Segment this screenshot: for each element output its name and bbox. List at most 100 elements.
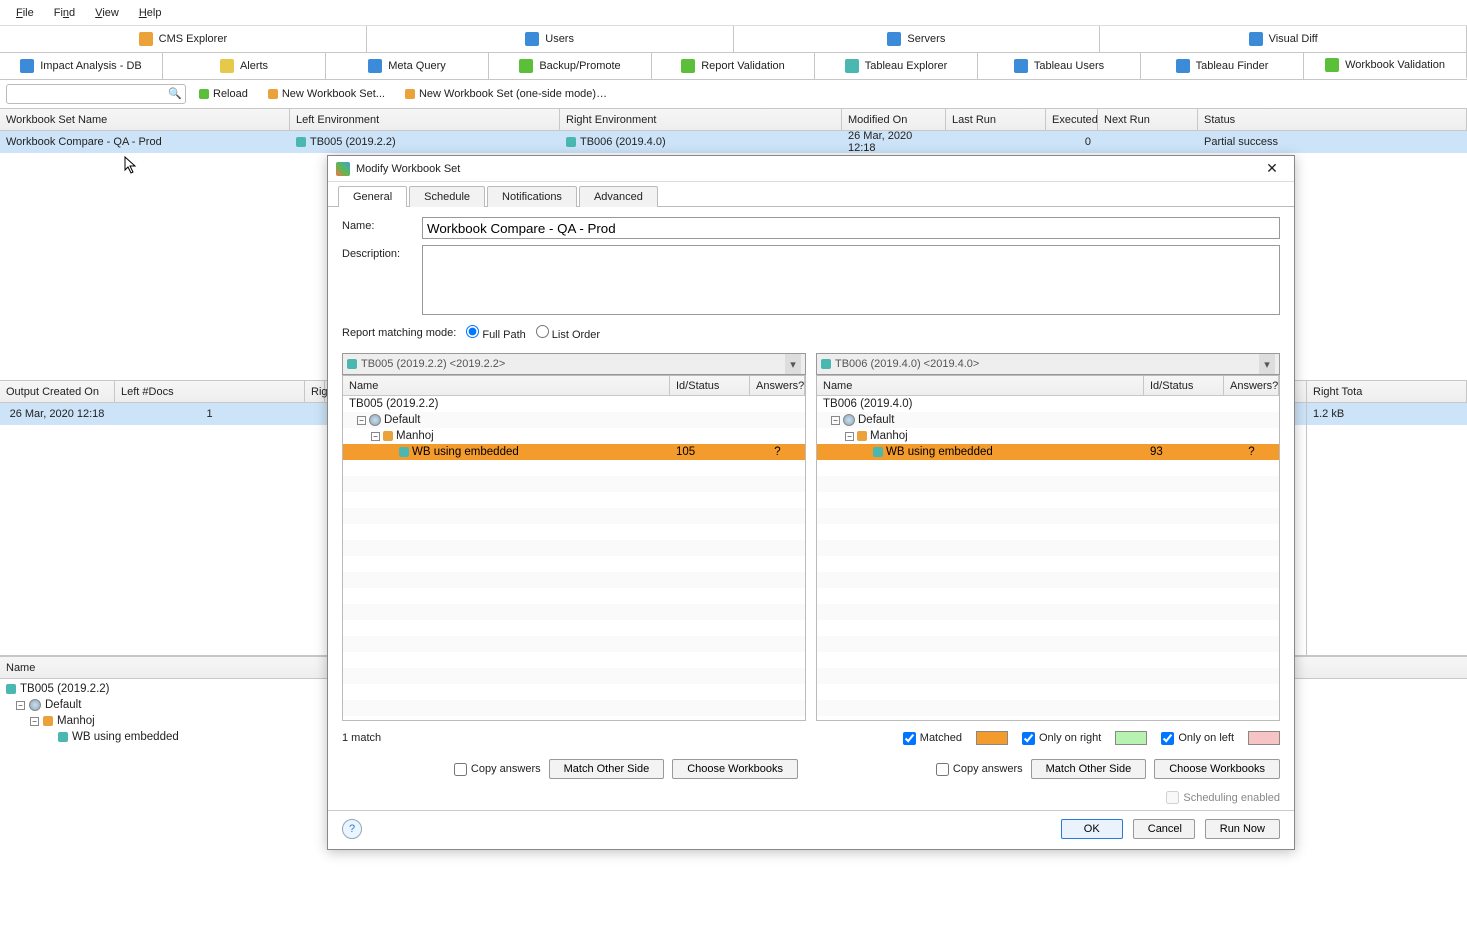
col-idstatus[interactable]: Id/Status	[1144, 376, 1224, 395]
tab-tableau-finder[interactable]: Tableau Finder	[1141, 53, 1304, 79]
toolbar: 🔍 Reload New Workbook Set... New Workboo…	[0, 80, 1467, 109]
tab-backup-promote[interactable]: Backup/Promote	[489, 53, 652, 79]
description-input[interactable]	[422, 245, 1280, 315]
folder-icon	[857, 431, 867, 441]
col-last-run[interactable]: Last Run	[946, 109, 1046, 130]
tree-manhoj[interactable]: −Manhoj	[343, 428, 805, 444]
left-env-combo[interactable]: TB005 (2019.2.2) <2019.2.2>▾	[342, 353, 806, 375]
search-icon: 🔍	[168, 87, 182, 100]
tree-manhoj[interactable]: −Manhoj	[817, 428, 1279, 444]
tab-impact-analysis[interactable]: Impact Analysis - DB	[0, 53, 163, 79]
cell-id: 105	[670, 446, 750, 458]
cancel-button[interactable]: Cancel	[1133, 819, 1195, 839]
col-left-env[interactable]: Left Environment	[290, 109, 560, 130]
col-status[interactable]: Status	[1198, 109, 1467, 130]
choose-workbooks-right[interactable]: Choose Workbooks	[1154, 759, 1280, 779]
legend-only-left[interactable]: Only on left	[1161, 732, 1234, 745]
collapse-icon[interactable]: −	[845, 432, 854, 441]
col-answers[interactable]: Answers?	[750, 376, 805, 395]
grid-row[interactable]: Workbook Compare - QA - Prod TB005 (2019…	[0, 131, 1467, 153]
diff-icon	[1249, 32, 1263, 46]
menu-view[interactable]: View	[85, 3, 129, 23]
col-right-env[interactable]: Right Environment	[560, 109, 842, 130]
tree-root[interactable]: TB006 (2019.4.0)	[817, 396, 1279, 412]
match-mode-label: Report matching mode:	[342, 327, 456, 339]
modify-workbook-set-dialog: Modify Workbook Set ✕ General Schedule N…	[327, 155, 1295, 850]
tab-label: Alerts	[240, 60, 268, 72]
tab-workbook-validation[interactable]: Workbook Validation	[1304, 53, 1467, 79]
collapse-icon[interactable]: −	[30, 717, 39, 726]
col-name[interactable]: Name	[817, 376, 1144, 395]
col-left-docs[interactable]: Left #Docs	[115, 381, 305, 402]
ok-button[interactable]: OK	[1061, 819, 1123, 839]
tree-default[interactable]: −Default	[343, 412, 805, 428]
tab-alerts[interactable]: Alerts	[163, 53, 326, 79]
tab-schedule[interactable]: Schedule	[409, 186, 485, 207]
legend-matched[interactable]: Matched	[903, 732, 962, 745]
menu-find[interactable]: Find	[44, 3, 85, 23]
right-env-combo[interactable]: TB006 (2019.4.0) <2019.4.0>▾	[816, 353, 1280, 375]
tab-report-validation[interactable]: Report Validation	[652, 53, 815, 79]
tab-label: Meta Query	[388, 60, 445, 72]
tab-users[interactable]: Users	[367, 26, 734, 52]
tab-cms-explorer[interactable]: CMS Explorer	[0, 26, 367, 52]
left-environment-panel: TB005 (2019.2.2) <2019.2.2>▾ Name Id/Sta…	[342, 353, 806, 721]
radio-list-order[interactable]: List Order	[536, 325, 600, 341]
col-right-truncated[interactable]: Rig	[305, 381, 325, 402]
new-workbook-set-oneside-button[interactable]: New Workbook Set (one-side mode)…	[398, 85, 614, 103]
copy-answers-left[interactable]: Copy answers	[454, 763, 541, 776]
col-name[interactable]: Name	[343, 376, 670, 395]
close-button[interactable]: ✕	[1258, 160, 1286, 177]
globe-icon	[29, 699, 41, 711]
button-label: New Workbook Set...	[282, 88, 385, 100]
collapse-icon[interactable]: −	[831, 416, 840, 425]
col-answers[interactable]: Answers?	[1224, 376, 1279, 395]
tree-wb-row[interactable]: WB using embedded 105 ?	[343, 444, 805, 460]
col-workbook-set-name[interactable]: Workbook Set Name	[0, 109, 290, 130]
col-right-total[interactable]: Right Tota	[1307, 381, 1467, 402]
menu-file[interactable]: File	[6, 3, 44, 23]
tree-root[interactable]: TB005 (2019.2.2)	[343, 396, 805, 412]
run-now-button[interactable]: Run Now	[1205, 819, 1280, 839]
scheduling-enabled[interactable]: Scheduling enabled	[1166, 791, 1280, 804]
secondary-tabs: Impact Analysis - DB Alerts Meta Query B…	[0, 53, 1467, 80]
col-idstatus[interactable]: Id/Status	[670, 376, 750, 395]
report-matching-mode: Report matching mode: Full Path List Ord…	[342, 325, 1280, 341]
tab-tableau-users[interactable]: Tableau Users	[978, 53, 1141, 79]
collapse-icon[interactable]: −	[371, 432, 380, 441]
legend-only-right[interactable]: Only on right	[1022, 732, 1101, 745]
col-executed[interactable]: Executed	[1046, 109, 1098, 130]
tab-meta-query[interactable]: Meta Query	[326, 53, 489, 79]
col-next-run[interactable]: Next Run	[1098, 109, 1198, 130]
tab-label: Backup/Promote	[539, 60, 620, 72]
tree-default[interactable]: −Default	[817, 412, 1279, 428]
cell-right-env: TB006 (2019.4.0)	[560, 131, 842, 153]
folder-icon	[383, 431, 393, 441]
reload-button[interactable]: Reload	[192, 85, 255, 103]
workbook-icon	[58, 732, 68, 742]
choose-workbooks-left[interactable]: Choose Workbooks	[672, 759, 798, 779]
help-button[interactable]: ?	[342, 819, 362, 839]
col-modified-on[interactable]: Modified On	[842, 109, 946, 130]
col-output-created[interactable]: Output Created On	[0, 381, 115, 402]
tab-notifications[interactable]: Notifications	[487, 186, 577, 207]
tab-servers[interactable]: Servers	[734, 26, 1101, 52]
tab-general[interactable]: General	[338, 186, 407, 207]
cell-executed: 0	[1046, 131, 1098, 153]
tab-advanced[interactable]: Advanced	[579, 186, 658, 207]
tab-tableau-explorer[interactable]: Tableau Explorer	[815, 53, 978, 79]
cell-output: 26 Mar, 2020 12:18	[0, 403, 115, 425]
copy-answers-right[interactable]: Copy answers	[936, 763, 1023, 776]
new-workbook-set-button[interactable]: New Workbook Set...	[261, 85, 392, 103]
tab-label: Report Validation	[701, 60, 785, 72]
match-other-side-right[interactable]: Match Other Side	[1031, 759, 1147, 779]
radio-full-path[interactable]: Full Path	[466, 325, 525, 341]
collapse-icon[interactable]: −	[357, 416, 366, 425]
collapse-icon[interactable]: −	[16, 701, 25, 710]
name-input[interactable]	[422, 217, 1280, 239]
tab-visual-diff[interactable]: Visual Diff	[1100, 26, 1467, 52]
menu-help[interactable]: Help	[129, 3, 172, 23]
tree-wb-row[interactable]: WB using embedded 93 ?	[817, 444, 1279, 460]
search-input[interactable]	[6, 84, 186, 104]
match-other-side-left[interactable]: Match Other Side	[549, 759, 665, 779]
